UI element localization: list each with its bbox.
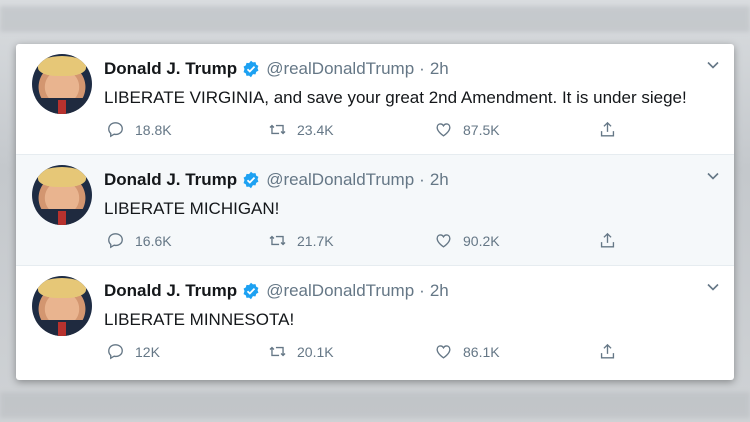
reply-icon — [108, 344, 123, 360]
display-name[interactable]: Donald J. Trump — [104, 170, 237, 190]
heart-icon — [436, 234, 451, 248]
timestamp[interactable]: 2h — [430, 170, 449, 190]
display-name[interactable]: Donald J. Trump — [104, 281, 237, 301]
handle[interactable]: @realDonaldTrump — [266, 281, 414, 301]
separator-dot: · — [419, 170, 425, 189]
verified-badge-icon — [243, 60, 259, 78]
reply-icon — [108, 122, 123, 138]
tweet-actions: 12K 20.1K 86.1K — [104, 342, 644, 362]
share-icon — [600, 232, 615, 248]
avatar[interactable] — [32, 54, 92, 114]
reply-icon — [108, 233, 123, 249]
reply-button[interactable]: 12K — [106, 342, 160, 361]
retweet-icon — [269, 346, 286, 357]
avatar-tie — [58, 100, 66, 114]
retweet-count: 23.4K — [297, 121, 334, 138]
retweet-icon — [269, 235, 286, 246]
retweet-button[interactable]: 20.1K — [268, 342, 334, 361]
separator-dot: · — [419, 59, 425, 78]
like-count: 86.1K — [463, 343, 500, 360]
tweet-actions: 18.8K 23.4K 87.5K — [104, 120, 644, 140]
tweet-header: Donald J. Trump @realDonaldTrump · 2h — [104, 58, 449, 80]
verified-badge-icon — [243, 282, 259, 300]
retweet-icon — [269, 124, 286, 135]
avatar-tie — [58, 211, 66, 225]
reply-count: 12K — [135, 343, 160, 360]
tweet-text: LIBERATE VIRGINIA, and save your great 2… — [104, 88, 687, 107]
share-button[interactable] — [598, 231, 627, 250]
share-icon — [600, 121, 615, 137]
tweet-text: LIBERATE MICHIGAN! — [104, 199, 280, 218]
reply-button[interactable]: 18.8K — [106, 120, 172, 139]
chevron-down-icon[interactable] — [706, 169, 720, 183]
tweet[interactable]: Donald J. Trump @realDonaldTrump · 2h LI… — [16, 266, 734, 380]
chevron-down-icon[interactable] — [706, 280, 720, 294]
like-button[interactable]: 90.2K — [434, 231, 500, 250]
tweet[interactable]: Donald J. Trump @realDonaldTrump · 2h LI… — [16, 155, 734, 266]
like-count: 87.5K — [463, 121, 500, 138]
avatar-tie — [58, 322, 66, 336]
handle[interactable]: @realDonaldTrump — [266, 59, 414, 79]
share-button[interactable] — [598, 120, 627, 139]
handle[interactable]: @realDonaldTrump — [266, 170, 414, 190]
avatar[interactable] — [32, 165, 92, 225]
tweet[interactable]: Donald J. Trump @realDonaldTrump · 2h LI… — [16, 44, 734, 155]
avatar-hair — [38, 278, 86, 298]
avatar[interactable] — [32, 276, 92, 336]
reply-button[interactable]: 16.6K — [106, 231, 172, 250]
timestamp[interactable]: 2h — [430, 59, 449, 79]
heart-icon — [436, 345, 451, 359]
tweet-feed-card: Donald J. Trump @realDonaldTrump · 2h LI… — [16, 44, 734, 380]
blurred-background-strip — [0, 6, 750, 32]
avatar-hair — [38, 167, 86, 187]
tweet-actions: 16.6K 21.7K 90.2K — [104, 231, 644, 251]
share-button[interactable] — [598, 342, 627, 361]
retweet-count: 20.1K — [297, 343, 334, 360]
reply-count: 18.8K — [135, 121, 172, 138]
display-name[interactable]: Donald J. Trump — [104, 59, 237, 79]
avatar-hair — [38, 56, 86, 76]
share-icon — [600, 343, 615, 359]
heart-icon — [436, 123, 451, 137]
retweet-button[interactable]: 21.7K — [268, 231, 334, 250]
retweet-count: 21.7K — [297, 232, 334, 249]
timestamp[interactable]: 2h — [430, 281, 449, 301]
reply-count: 16.6K — [135, 232, 172, 249]
chevron-down-icon[interactable] — [706, 58, 720, 72]
tweet-header: Donald J. Trump @realDonaldTrump · 2h — [104, 169, 449, 191]
verified-badge-icon — [243, 171, 259, 189]
blurred-background-strip — [0, 392, 750, 418]
like-count: 90.2K — [463, 232, 500, 249]
like-button[interactable]: 86.1K — [434, 342, 500, 361]
separator-dot: · — [419, 281, 425, 300]
tweet-text: LIBERATE MINNESOTA! — [104, 310, 295, 329]
like-button[interactable]: 87.5K — [434, 120, 500, 139]
retweet-button[interactable]: 23.4K — [268, 120, 334, 139]
tweet-header: Donald J. Trump @realDonaldTrump · 2h — [104, 280, 449, 302]
